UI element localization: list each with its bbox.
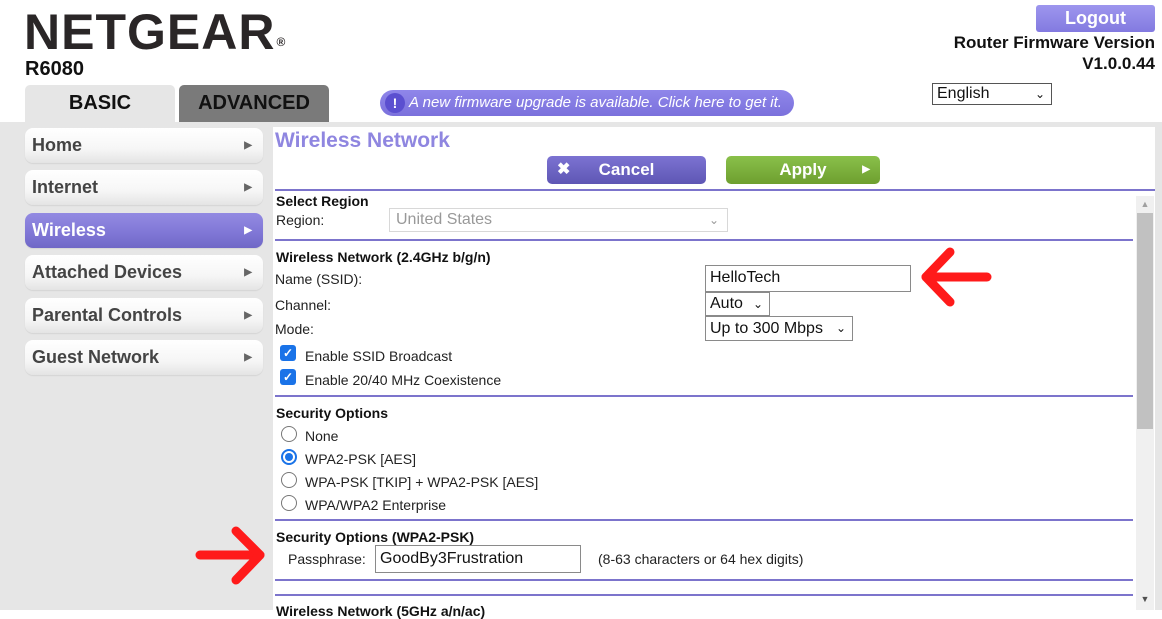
security-wpa2-psk-radio[interactable] [281,449,297,465]
chevron-down-icon: ⌄ [752,297,763,311]
chevron-right-icon: ▶ [244,352,252,363]
sidebar-item-parental-controls[interactable]: Parental Controls ▶ [25,298,263,333]
language-select[interactable]: English ⌄ [932,83,1052,105]
sidebar-item-label: Wireless [32,220,106,240]
divider [275,189,1155,191]
divider [275,579,1133,581]
section-title-wpa2-psk: Security Options (WPA2-PSK) [276,529,475,545]
chevron-down-icon: ⌄ [835,321,846,335]
firmware-upgrade-link[interactable]: A new firmware upgrade is available. Cli… [409,94,782,111]
chevron-down-icon: ⌄ [1034,87,1045,101]
section-title-wifi-24ghz: Wireless Network (2.4GHz b/g/n) [276,249,491,265]
security-enterprise-radio[interactable] [281,495,297,511]
section-title-region: Select Region [276,193,369,209]
sidebar-item-label: Home [32,135,83,155]
chevron-right-icon: ▶ [244,225,252,236]
firmware-version-value: V1.0.0.44 [1082,54,1155,73]
ssid-input[interactable]: HelloTech [705,265,911,292]
tab-advanced[interactable]: ADVANCED [179,85,329,122]
security-none-label: None [305,428,339,444]
divider [275,395,1133,397]
cancel-button[interactable]: ✖ Cancel [547,156,706,184]
chevron-right-icon: ▶ [244,267,252,278]
coexistence-checkbox[interactable]: ✓ [280,369,296,385]
sidebar-item-guest-network[interactable]: Guest Network ▶ [25,340,263,375]
sidebar-item-label: Internet [32,177,99,197]
channel-select[interactable]: Auto ⌄ [705,292,770,316]
sidebar-item-internet[interactable]: Internet ▶ [25,170,263,205]
passphrase-hint: (8-63 characters or 64 hex digits) [598,551,804,567]
mode-label: Mode: [275,321,314,337]
logout-button[interactable]: Logout [1036,5,1155,32]
sidebar-item-wireless[interactable]: Wireless ▶ [25,213,263,248]
firmware-version-label: Router Firmware Version [953,33,1155,52]
tab-basic[interactable]: BASIC [25,85,175,122]
section-title-wifi-5ghz: Wireless Network (5GHz a/n/ac) [276,603,486,619]
apply-button[interactable]: Apply ▶ [726,156,880,184]
firmware-upgrade-banner[interactable]: ! A new firmware upgrade is available. C… [380,90,794,116]
header: NETGEAR® R6080 BASIC ADVANCED ! A new fi… [0,0,1162,122]
scroll-down-arrow-icon[interactable]: ▼ [1136,592,1154,606]
divider [275,594,1133,596]
chevron-down-icon: ⌄ [708,213,719,227]
region-value: United States [396,211,493,228]
divider [275,239,1133,241]
region-select: United States ⌄ [389,208,728,232]
firmware-version-info: Router Firmware Version V1.0.0.44 [954,32,1155,74]
page-title: Wireless Network [275,129,450,152]
ssid-broadcast-label: Enable SSID Broadcast [305,348,453,364]
section-title-security: Security Options [276,405,389,421]
coexistence-label: Enable 20/40 MHz Coexistence [305,372,502,388]
sidebar-item-attached-devices[interactable]: Attached Devices ▶ [25,255,263,290]
security-wpa-wpa2-mixed-label: WPA-PSK [TKIP] + WPA2-PSK [AES] [305,474,539,490]
scrollbar-thumb[interactable] [1137,213,1153,429]
security-none-radio[interactable] [281,426,297,442]
chevron-right-icon: ▶ [244,310,252,321]
chevron-right-icon: ▶ [244,182,252,193]
mode-select[interactable]: Up to 300 Mbps ⌄ [705,316,853,341]
security-wpa-wpa2-mixed-radio[interactable] [281,472,297,488]
sidebar-item-label: Guest Network [32,347,160,367]
alert-icon: ! [385,93,405,113]
region-label: Region: [276,212,325,228]
chevron-right-icon: ▶ [244,140,252,151]
passphrase-label: Passphrase: [288,551,366,567]
channel-value: Auto [710,295,743,312]
mode-value: Up to 300 Mbps [710,320,823,337]
security-wpa2-psk-label: WPA2-PSK [AES] [305,451,416,467]
language-selected: English [937,85,990,102]
netgear-logo: NETGEAR® [24,4,287,60]
model-name: R6080 [25,58,84,80]
close-icon: ✖ [557,161,571,178]
divider [275,519,1133,521]
apply-label: Apply [779,160,827,179]
channel-label: Channel: [275,297,332,313]
sidebar-item-home[interactable]: Home ▶ [25,128,263,163]
sidebar-item-label: Attached Devices [32,262,183,282]
passphrase-input[interactable]: GoodBy3Frustration [375,545,581,573]
security-enterprise-label: WPA/WPA2 Enterprise [305,497,447,513]
chevron-right-icon: ▶ [862,164,870,175]
sidebar-item-label: Parental Controls [32,305,183,325]
cancel-label: Cancel [598,160,655,179]
ssid-label: Name (SSID): [275,271,363,287]
scroll-up-arrow-icon[interactable]: ▲ [1136,197,1154,211]
ssid-broadcast-checkbox[interactable]: ✓ [280,345,296,361]
